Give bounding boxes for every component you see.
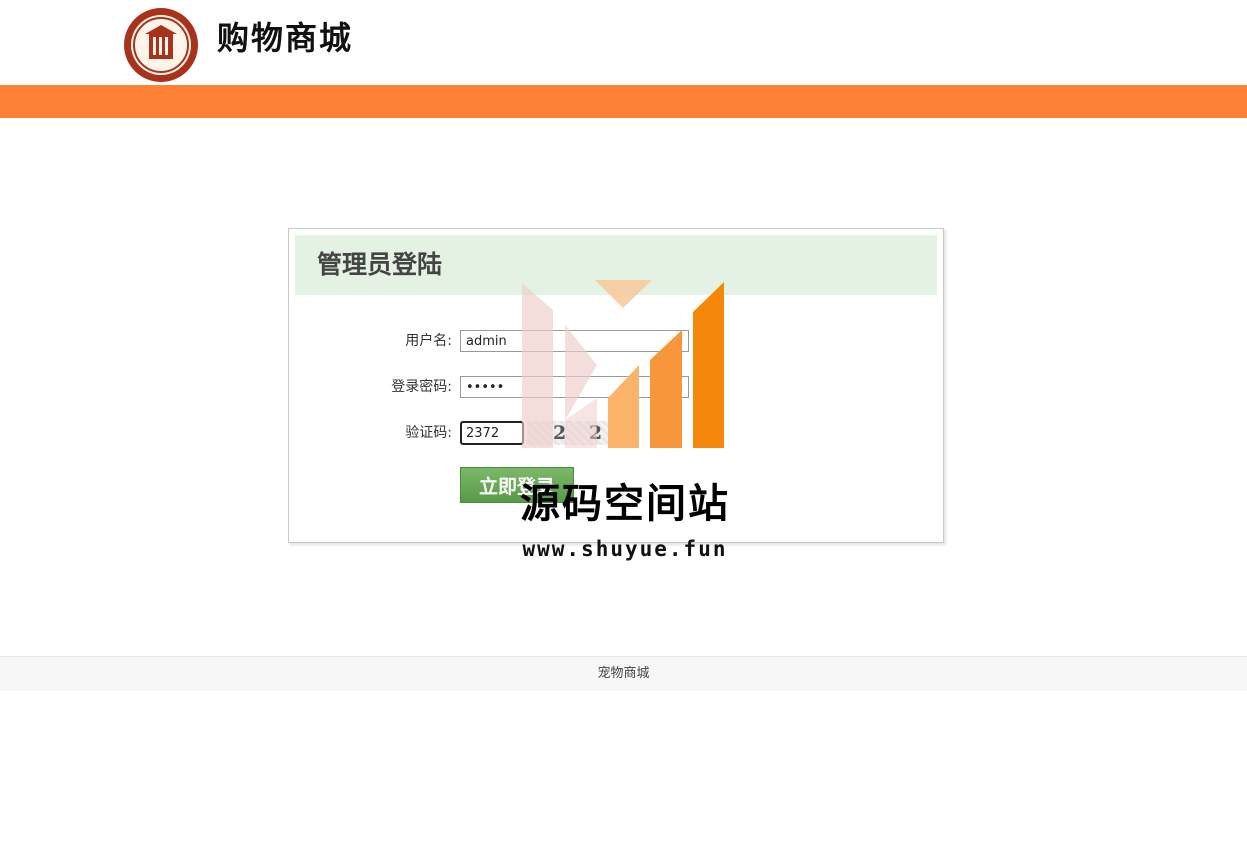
seal-logo-icon[interactable] bbox=[123, 7, 199, 83]
password-label: 登录密码: bbox=[391, 379, 452, 395]
footer-text: 宠物商城 bbox=[597, 666, 650, 681]
header: 购物商城 bbox=[0, 0, 1247, 85]
login-panel-header: 管理员登陆 bbox=[295, 235, 937, 295]
captcha-input[interactable] bbox=[460, 421, 524, 445]
captcha-image[interactable]: 2 2 bbox=[527, 421, 617, 445]
site-title: 购物商城 bbox=[217, 19, 354, 57]
footer: 宠物商城 bbox=[0, 656, 1247, 691]
captcha-label: 验证码: bbox=[405, 425, 452, 441]
username-input[interactable] bbox=[460, 330, 689, 352]
login-title: 管理员登陆 bbox=[317, 250, 443, 279]
login-submit-button[interactable]: 立即登录 bbox=[460, 467, 574, 503]
admin-login-panel: 管理员登陆 用户名: 登录密码: 验证码: 2 2 立即登录 bbox=[288, 228, 944, 543]
orange-banner-bar bbox=[0, 85, 1247, 118]
password-input[interactable] bbox=[460, 376, 689, 398]
username-label: 用户名: bbox=[405, 333, 452, 349]
